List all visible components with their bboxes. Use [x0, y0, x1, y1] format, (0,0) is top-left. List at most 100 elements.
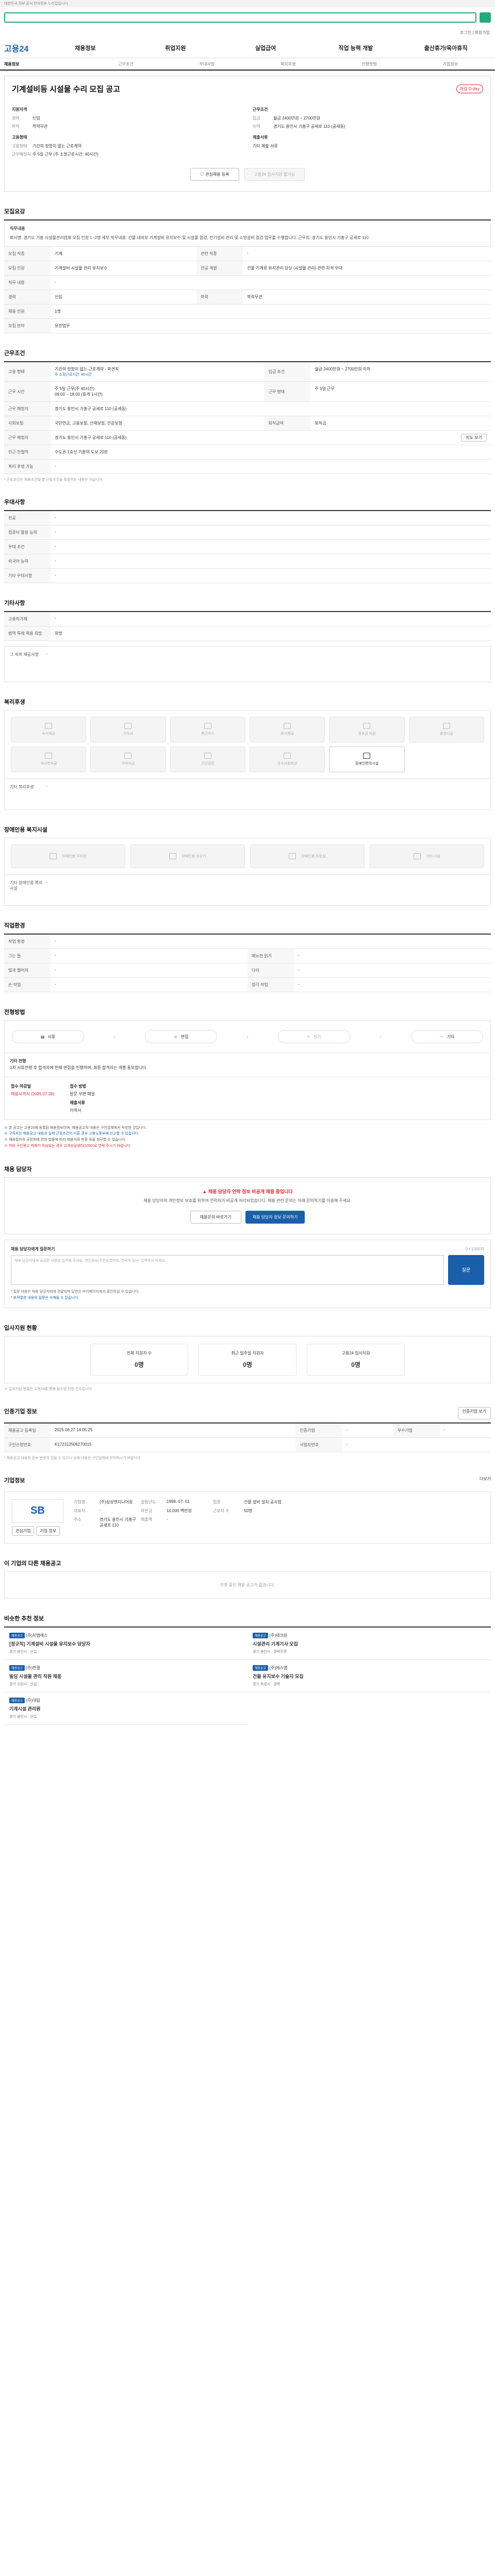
tab-company[interactable]: 기업정보 [410, 61, 491, 67]
row-key: 인증기업 [295, 1423, 342, 1438]
row-value: 주 5일 근무(주 40시간) 09:00 ~ 18:00 (휴게 1시간) [51, 381, 265, 402]
etc-extra: 그 외의 제공사항 - [4, 646, 491, 682]
row-value: - [342, 1423, 393, 1438]
applicants-section: 입사지원 현황 전체 지원자 수 0명 최근 일주일 지원자 0명 고용24 입사지… [4, 1324, 491, 1392]
item-title: [정규직] 기계설비 시설물 유지보수 담당자 [9, 1641, 90, 1647]
table-row: 근무 시간 주 5일 근무(주 40시간) 09:00 ~ 18:00 (휴게 1시… [4, 381, 491, 402]
deadline-badge: 마감 D-day [456, 84, 483, 93]
table-row: 전공 - [4, 511, 491, 526]
question-submit-button[interactable]: 질문 [448, 1255, 484, 1285]
search-input[interactable] [4, 12, 476, 23]
table-row: 경력 신입 학력 학력무관 [4, 290, 491, 304]
row-value: 기계설비 시설물 관리 유지보수 [51, 261, 197, 276]
row-key: 외국어 능력 [4, 554, 51, 569]
row-value: 주 5일 근무 [310, 381, 491, 402]
section-title: 근무조건 [4, 350, 25, 357]
list-item[interactable]: 채용공고 (주)한결 빌딩 시설물 관리 직원 채용 경기 수원시 · 신입 [4, 1660, 248, 1692]
section-title: 복리후생 [4, 699, 25, 705]
list-item[interactable]: 채용공고 (주)지엠에스 [정규직] 기계설비 시설물 유지보수 담당자 경기 용인… [4, 1628, 248, 1660]
tab-conditions[interactable]: 근무조건 [85, 61, 166, 67]
company-view-button[interactable]: 기업 정보 [36, 1526, 60, 1536]
row-key: 채용 인원 [4, 304, 51, 319]
item-title: 기계시설 관리원 [9, 1706, 41, 1711]
row-value: - [51, 948, 248, 963]
bullet-text: ※ 허위 구인광고 피해가 의심되는 경우 고객상담센터(1350)로 연락 주… [4, 1144, 131, 1148]
company-interest-button[interactable]: 관심기업 [12, 1526, 35, 1536]
company-info: 기업명 (주)삼성엔지니어링 설립년도 1998. 07. 01 업종 건물 설비 설… [74, 1499, 483, 1528]
environment-table: 작업 환경 - 그는 들 - 메뉴판 읽기 - 빛과 떨어지 - 다리 - 손 작업 - 청각 작… [4, 935, 491, 992]
bus-icon [204, 723, 211, 729]
nav-item-leave[interactable]: 출산휴가/육아휴직 [401, 44, 491, 52]
welfare-label: 경조금 지원 [358, 732, 376, 736]
row-key: 고용허가제 [4, 612, 51, 626]
map-button[interactable]: 지도 보기 [461, 434, 487, 442]
tab-welfare[interactable]: 복리후생 [248, 61, 328, 67]
tab-recruit[interactable]: 채용정보 [4, 61, 85, 67]
contact-inquiry-button[interactable]: 채용 담당자 정보 문의하기 [245, 1210, 305, 1224]
facility-label: 장애인용 주차장 [62, 855, 87, 858]
table-row: 채용공고 등록일 2025.06.27 14:05:25 인증기업 - 우수기업 - [4, 1423, 491, 1438]
more-link[interactable]: 더보기 [480, 1476, 491, 1488]
row-value: - [51, 977, 248, 992]
apply-key: 접수 방법 [70, 1083, 87, 1089]
nav-item-jobs[interactable]: 채용정보 [40, 44, 130, 52]
apply-button[interactable]: 고용24 입사지원 불가능 [244, 168, 305, 181]
row-key: 경력 [4, 290, 51, 304]
welfare-item: 건강검진 [170, 747, 245, 772]
note-label: 기타 전형 [10, 1059, 26, 1063]
welfare-item: 기숙사 [90, 717, 166, 742]
info-key: 설립년도 [141, 1499, 156, 1504]
info-key: 자본금 [141, 1508, 153, 1513]
table-row: 고용 형태 기간의 정함이 없는 근로계약 · 파견직 주 소정근로시간: 40시간… [4, 362, 491, 382]
row-value: 경기도 용인시 기흥구 공세로 110 (공세동) [51, 401, 491, 416]
tab-preference[interactable]: 우대사항 [167, 61, 248, 67]
section-title: 기타사항 [4, 600, 25, 606]
welfare-item: 숙식제공 [11, 717, 87, 742]
row-value: 월급 2400만원 ~ 2700만원 이하 [310, 362, 491, 382]
search-button[interactable] [480, 12, 491, 23]
nav-item-support[interactable]: 취업지원 [130, 44, 221, 52]
welfare-label: 숙식제공 [42, 732, 56, 736]
interest-button[interactable]: ♡ 관심채용 등록 [190, 168, 239, 181]
row-value: - [51, 963, 248, 978]
apply-info: 접수 마감일 채용시까지 (2025.07.28) 접수 방법 방문 우편 메일 제출… [4, 1077, 491, 1120]
nav-item-training[interactable]: 직업 능력 개발 [310, 44, 401, 52]
bullet-text: ※ 구직자는 채용공고 내용과 실제 근로조건이 다른 경우 고용노동부에 신고… [4, 1132, 140, 1136]
etc-section: 기타사항 고용허가제 - 병역 특례 채용 희망 희망 그 외의 제공사항 - [4, 599, 491, 682]
elevator-icon [169, 853, 177, 859]
row-value: K172112506270015 [51, 1437, 296, 1452]
stat-label: 전체 지원자 수 [126, 1350, 152, 1355]
row-key: 병역 특례 채용 희망 [4, 626, 51, 641]
stat-value: 0명 [351, 1361, 360, 1368]
site-logo[interactable]: 고용24 [4, 42, 40, 54]
list-item[interactable]: 채용공고 (주)에스엠 건물 유지보수 기술자 모집 경기 화성시 · 경력 [248, 1660, 491, 1692]
bullet-text: ※ 채용절차의 공정화에 관한 법률에 따라 채용서류 반환 등을 청구할 수 … [4, 1138, 126, 1142]
item-meta: 경기 용인시 · 신입 [9, 1650, 37, 1654]
row-key: 사업자번호 [295, 1437, 342, 1452]
tab-process[interactable]: 전형방법 [328, 61, 409, 67]
nav-item-unemployment[interactable]: 실업급여 [221, 44, 311, 52]
step-label: 면접 [180, 1034, 189, 1039]
list-item[interactable]: 채용공고 (주)테크원 시설관리 기계기사 모집 경기 용인시 · 경력무관 [248, 1628, 491, 1660]
utility-links[interactable]: 로그인 | 회원가입 [0, 28, 495, 38]
row-value: 수도권 1호선 기흥역 도보 20분 [51, 445, 491, 460]
welfare-label: 중식제공 [280, 732, 294, 736]
item-tag: 채용공고 [9, 1697, 25, 1703]
summary-key: 지역 [253, 124, 260, 129]
row-value: - [51, 935, 491, 949]
inquiry-link-button[interactable]: 채용문의 바로가기 [190, 1210, 241, 1224]
certified-button[interactable]: 인증기업 보기 [457, 1406, 491, 1419]
list-item[interactable]: 채용공고 (주)대림 기계시설 관리원 경기 용인시 · 신입 [4, 1692, 248, 1725]
table-row: 복리 후생 가능 - [4, 459, 491, 474]
table-row: 인근 전철역 수도권 1호선 기흥역 도보 20분 [4, 445, 491, 460]
parking-icon [50, 853, 57, 859]
info-value: (주)삼성엔지니어링 [100, 1499, 133, 1504]
meal-icon [284, 723, 291, 729]
row-value: 1명 [51, 304, 491, 319]
question-textarea[interactable]: 채용 담당자에게 궁금한 사항을 입력해 주세요. 개인정보(주민등록번호, 연… [11, 1255, 444, 1285]
gov-banner: 대한민국 정부 공식 전자정부 누리집입니다. [0, 0, 495, 7]
item-company: (주)대림 [26, 1698, 40, 1703]
row-key: 청각 작업 [248, 977, 294, 992]
question-note: * 부적절한 내용의 질문은 삭제될 수 있습니다. [11, 1296, 79, 1300]
process-note: 기타 전형 1차 서류전형 후 합격자에 한해 면접을 진행하며, 최종 합격자… [4, 1053, 491, 1077]
